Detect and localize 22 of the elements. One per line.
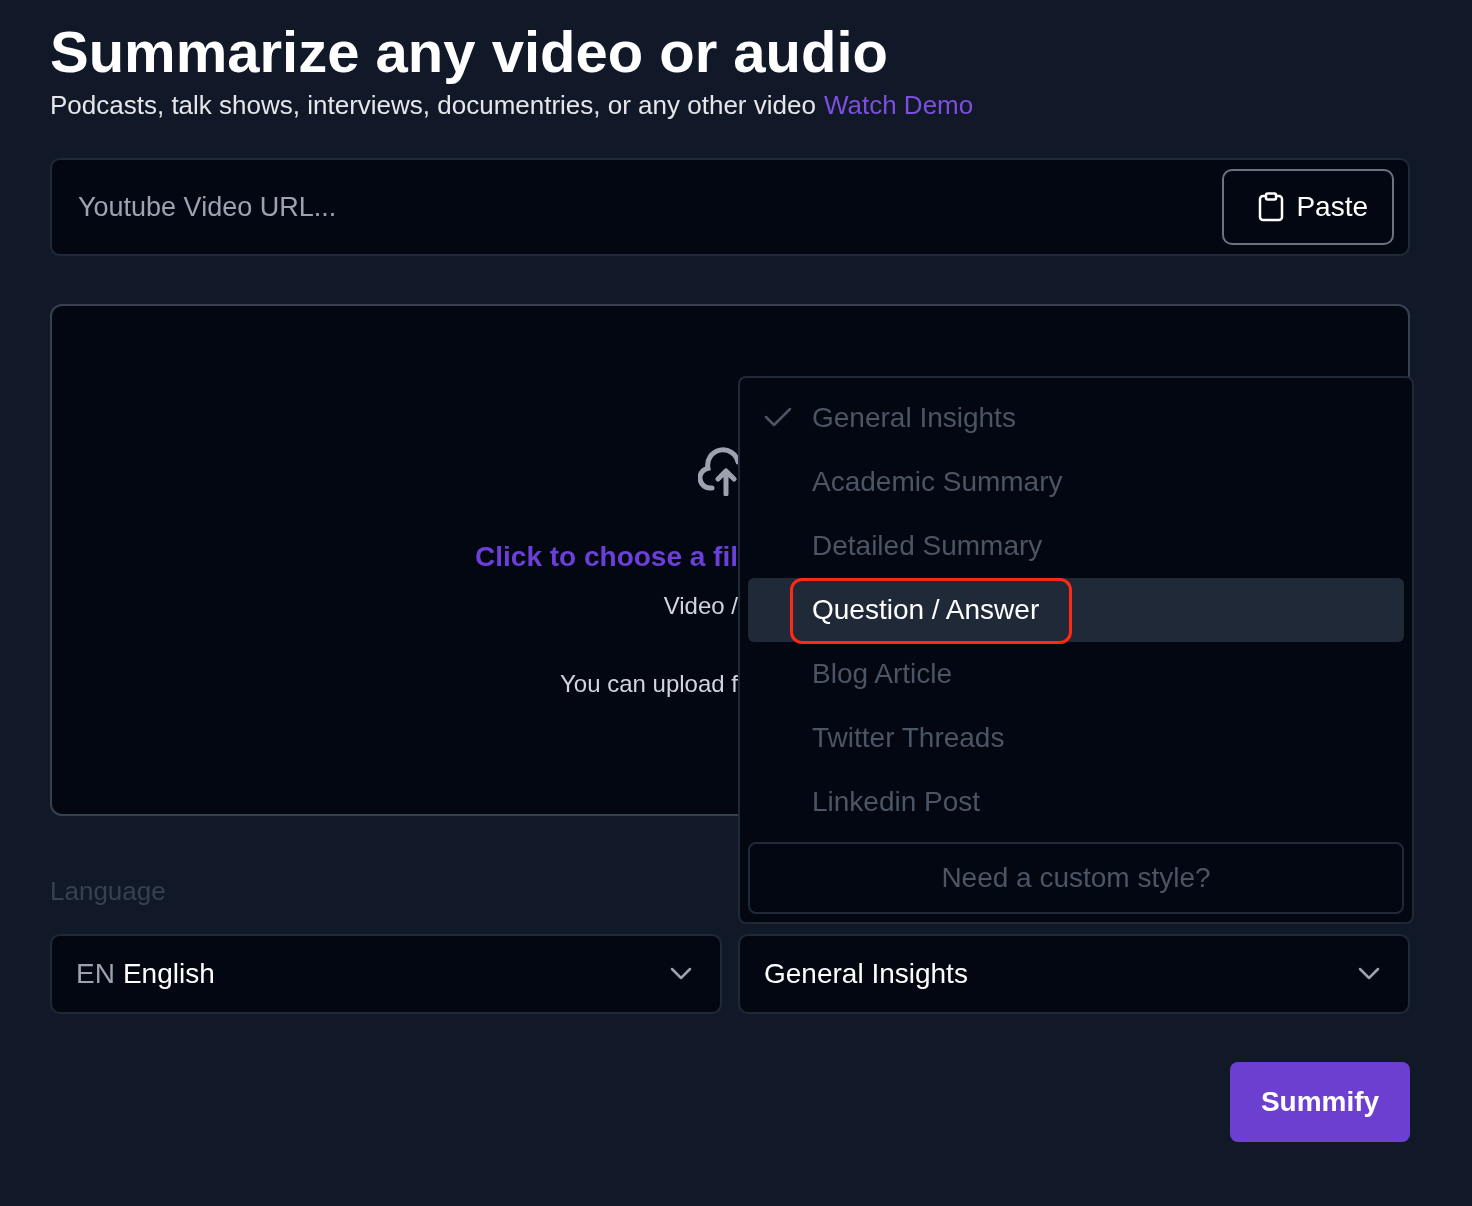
page-subtitle: Podcasts, talk shows, interviews, documentries, or any other video Watch Demo xyxy=(50,89,975,122)
cloud-upload-icon xyxy=(698,446,738,496)
file-types-text: Video / xyxy=(663,592,738,620)
summify-button[interactable]: Summify xyxy=(1230,1062,1410,1142)
chevron-down-icon xyxy=(670,967,692,981)
menu-item[interactable]: Question / Answer xyxy=(748,578,1404,642)
menu-item[interactable]: General Insights xyxy=(748,386,1404,450)
clipboard-icon xyxy=(1258,192,1285,222)
menu-item[interactable]: Twitter Threads xyxy=(748,706,1404,770)
style-select[interactable]: General Insights xyxy=(738,934,1410,1014)
url-input-field[interactable]: Youtube Video URL... Paste xyxy=(50,158,1410,256)
paste-button[interactable]: Paste xyxy=(1222,169,1394,245)
chevron-down-icon xyxy=(1358,967,1380,981)
watch-demo-link[interactable]: Watch Demo xyxy=(823,90,974,120)
custom-style-button[interactable]: Need a custom style? xyxy=(748,842,1404,914)
menu-item[interactable]: Academic Summary xyxy=(748,450,1404,514)
page-title: Summarize any video or audio xyxy=(50,18,889,86)
choose-file-link[interactable]: Click to choose a fil xyxy=(475,540,738,574)
menu-item[interactable]: Detailed Summary xyxy=(748,514,1404,578)
language-select[interactable]: EN English xyxy=(50,934,722,1014)
menu-item[interactable]: Blog Article xyxy=(748,642,1404,706)
upload-note: You can upload f xyxy=(560,670,738,698)
